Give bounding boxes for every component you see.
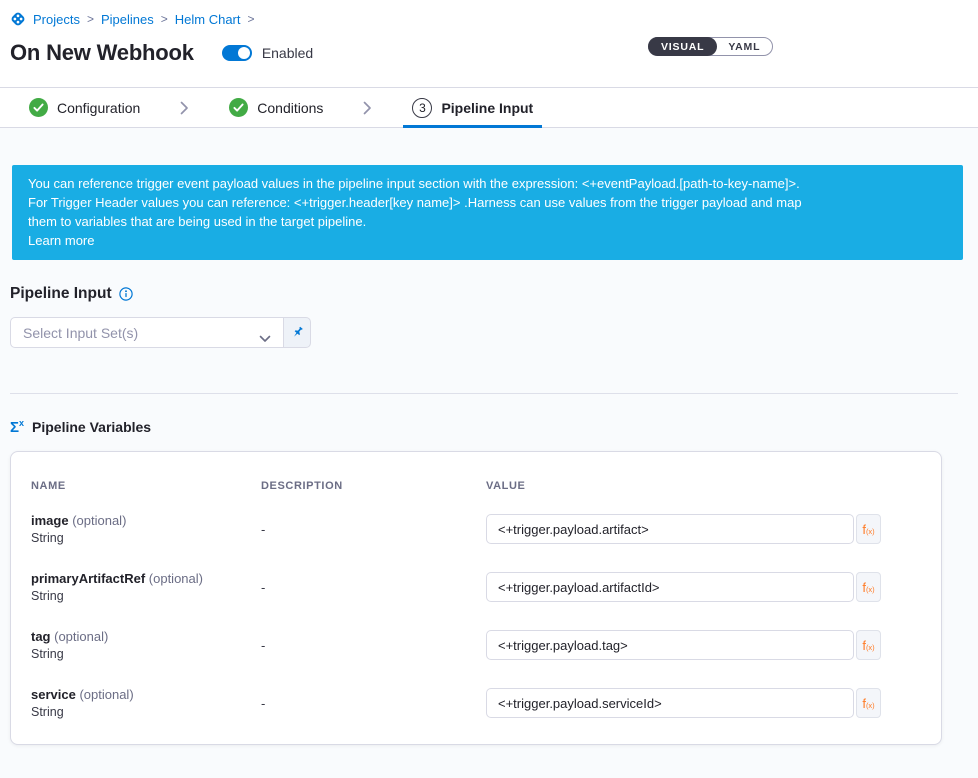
variable-name: primaryArtifactRef — [31, 571, 145, 586]
variable-name-cell: primaryArtifactRef (optional) String — [31, 571, 261, 603]
pipeline-input-title: Pipeline Input — [10, 285, 112, 303]
variable-value-input[interactable] — [486, 572, 854, 602]
visual-yaml-toggle: VISUAL YAML — [648, 37, 773, 56]
chevron-right-icon — [363, 100, 372, 116]
variable-description: - — [261, 580, 486, 595]
projects-icon — [10, 11, 26, 27]
variable-value-cell: f(x) — [486, 514, 921, 544]
pipeline-variables-title: Pipeline Variables — [32, 419, 151, 435]
variable-value-input[interactable] — [486, 688, 854, 718]
variable-name: tag — [31, 629, 51, 644]
variable-name-cell: service (optional) String — [31, 687, 261, 719]
chevron-right-icon — [180, 100, 189, 116]
variable-description: - — [261, 522, 486, 537]
expression-fx-button[interactable]: f(x) — [856, 514, 881, 544]
variable-name: image — [31, 513, 69, 528]
pin-input-set-button[interactable] — [283, 317, 311, 348]
content-area: You can reference trigger event payload … — [0, 128, 978, 778]
variable-value-cell: f(x) — [486, 630, 921, 660]
variable-optional-tag: (optional) — [54, 629, 108, 644]
variable-type: String — [31, 705, 261, 719]
expression-fx-button[interactable]: f(x) — [856, 572, 881, 602]
banner-line: For Trigger Header values you can refere… — [28, 193, 947, 212]
visual-toggle-button[interactable]: VISUAL — [648, 37, 717, 56]
trigger-page: Projects > Pipelines > Helm Chart > On N… — [0, 0, 978, 778]
page-title: On New Webhook — [10, 40, 194, 66]
breadcrumb-separator: > — [248, 12, 255, 26]
breadcrumb-separator: > — [87, 12, 94, 26]
table-row: primaryArtifactRef (optional) String - f… — [11, 558, 941, 616]
banner-line: You can reference trigger event payload … — [28, 174, 947, 193]
chevron-down-icon — [259, 330, 271, 348]
variable-value-input[interactable] — [486, 514, 854, 544]
tab-conditions[interactable]: Conditions — [220, 88, 332, 128]
step-number-badge: 3 — [412, 98, 432, 118]
variable-name-cell: tag (optional) String — [31, 629, 261, 661]
tab-label: Pipeline Input — [441, 100, 533, 116]
section-divider — [10, 393, 958, 394]
breadcrumb-link-helm-chart[interactable]: Helm Chart — [175, 12, 241, 27]
breadcrumb: Projects > Pipelines > Helm Chart > — [10, 11, 968, 27]
tab-label: Conditions — [257, 100, 323, 116]
tab-pipeline-input[interactable]: 3 Pipeline Input — [403, 88, 542, 128]
column-header-value: VALUE — [486, 480, 921, 492]
pipeline-variables-header: Σx Pipeline Variables — [10, 419, 978, 435]
variable-type: String — [31, 647, 261, 661]
banner-line: them to variables that are being used in… — [28, 212, 947, 231]
expression-fx-button[interactable]: f(x) — [856, 688, 881, 718]
variable-name-cell: image (optional) String — [31, 513, 261, 545]
expression-fx-button[interactable]: f(x) — [856, 630, 881, 660]
variable-optional-tag: (optional) — [72, 513, 126, 528]
variable-description: - — [261, 696, 486, 711]
breadcrumb-separator: > — [161, 12, 168, 26]
column-header-name: NAME — [31, 480, 261, 492]
variable-name: service — [31, 687, 76, 702]
pipeline-input-section-header: Pipeline Input — [10, 285, 978, 303]
input-set-select[interactable]: Select Input Set(s) — [10, 317, 284, 348]
tab-label: Configuration — [57, 100, 140, 116]
enabled-label: Enabled — [262, 45, 313, 61]
pin-icon — [290, 325, 305, 340]
table-row: service (optional) String - f(x) — [11, 674, 941, 732]
variable-value-cell: f(x) — [486, 688, 921, 718]
info-icon[interactable] — [119, 287, 133, 301]
variable-type: String — [31, 589, 261, 603]
table-header-row: NAME DESCRIPTION VALUE — [11, 480, 941, 492]
table-row: tag (optional) String - f(x) — [11, 616, 941, 674]
toggle-knob — [238, 47, 250, 59]
pipeline-variables-card: NAME DESCRIPTION VALUE image (optional) … — [10, 451, 942, 745]
check-circle-icon — [29, 98, 48, 117]
enabled-toggle[interactable] — [222, 45, 252, 61]
breadcrumb-link-projects[interactable]: Projects — [33, 12, 80, 27]
breadcrumb-link-pipelines[interactable]: Pipelines — [101, 12, 154, 27]
info-banner: You can reference trigger event payload … — [12, 165, 963, 260]
check-circle-icon — [229, 98, 248, 117]
variable-type: String — [31, 531, 261, 545]
yaml-toggle-button[interactable]: YAML — [715, 37, 773, 56]
tab-configuration[interactable]: Configuration — [20, 88, 149, 128]
input-set-select-row: Select Input Set(s) — [10, 317, 978, 348]
wizard-tabbar: Configuration Conditions 3 Pipeline Inpu… — [0, 87, 978, 128]
variable-description: - — [261, 638, 486, 653]
variable-value-input[interactable] — [486, 630, 854, 660]
sigma-variables-icon: Σx — [10, 419, 24, 435]
variable-optional-tag: (optional) — [79, 687, 133, 702]
variable-optional-tag: (optional) — [149, 571, 203, 586]
learn-more-link[interactable]: Learn more — [28, 233, 94, 248]
table-row: image (optional) String - f(x) — [11, 500, 941, 558]
title-row: On New Webhook Enabled — [10, 38, 968, 68]
variable-value-cell: f(x) — [486, 572, 921, 602]
input-set-placeholder: Select Input Set(s) — [23, 325, 138, 341]
page-header: Projects > Pipelines > Helm Chart > On N… — [0, 0, 978, 68]
column-header-description: DESCRIPTION — [261, 480, 486, 492]
